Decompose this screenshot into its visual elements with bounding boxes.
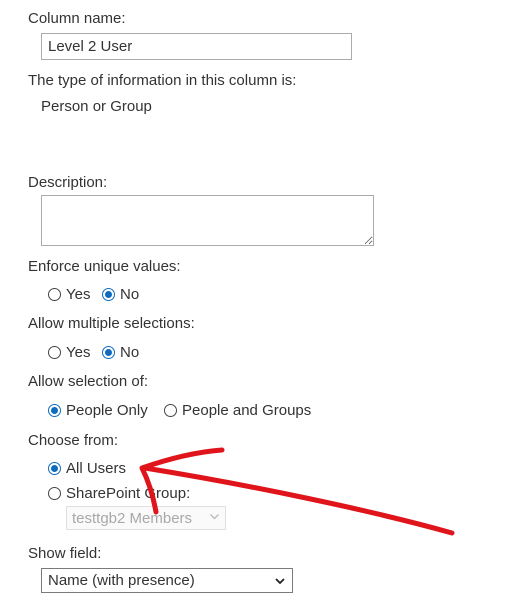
choose-from-label: Choose from: <box>28 432 119 449</box>
column-name-input[interactable] <box>41 33 352 60</box>
description-label: Description: <box>28 174 108 191</box>
allow-multiple-label: Allow multiple selections: <box>28 315 195 332</box>
all-users-radio[interactable] <box>48 462 61 475</box>
chevron-down-icon <box>274 574 286 591</box>
sharepoint-group-select-value: testtgb2 Members <box>72 509 193 527</box>
people-only-radio[interactable] <box>48 404 61 417</box>
people-and-groups-radio[interactable] <box>164 404 177 417</box>
info-type-value: Person or Group <box>41 98 152 115</box>
people-and-groups-label: People and Groups <box>182 402 312 419</box>
sharepoint-group-label: SharePoint Group: <box>66 485 191 502</box>
allow-multiple-no-radio[interactable] <box>102 346 115 359</box>
enforce-unique-yes-option[interactable]: Yes <box>48 286 90 303</box>
people-only-option[interactable]: People Only <box>48 402 148 419</box>
allow-selection-label: Allow selection of: <box>28 373 149 390</box>
enforce-unique-yes-radio[interactable] <box>48 288 61 301</box>
all-users-label: All Users <box>66 460 127 477</box>
allow-multiple-yes-label: Yes <box>66 344 91 361</box>
allow-multiple-no-option[interactable]: No <box>102 344 139 361</box>
show-field-select[interactable]: Name (with presence) <box>41 568 293 593</box>
show-field-select-value: Name (with presence) <box>48 572 195 589</box>
chevron-down-icon <box>209 511 220 525</box>
description-textarea[interactable] <box>41 195 374 246</box>
enforce-unique-no-radio[interactable] <box>102 288 115 301</box>
allow-multiple-no-label: No <box>120 344 140 361</box>
enforce-unique-no-option[interactable]: No <box>102 286 139 303</box>
info-type-label: The type of information in this column i… <box>28 72 297 89</box>
people-only-label: People Only <box>66 402 148 419</box>
all-users-option[interactable]: All Users <box>48 460 126 477</box>
enforce-unique-label: Enforce unique values: <box>28 258 181 275</box>
show-field-label: Show field: <box>28 545 102 562</box>
sharepoint-group-select[interactable]: testtgb2 Members <box>66 506 226 530</box>
people-and-groups-option[interactable]: People and Groups <box>164 402 311 419</box>
sharepoint-group-radio[interactable] <box>48 487 61 500</box>
enforce-unique-no-label: No <box>120 286 140 303</box>
allow-multiple-yes-option[interactable]: Yes <box>48 344 90 361</box>
allow-multiple-yes-radio[interactable] <box>48 346 61 359</box>
sharepoint-group-option[interactable]: SharePoint Group: <box>48 485 190 502</box>
column-name-label: Column name: <box>28 10 126 27</box>
enforce-unique-yes-label: Yes <box>66 286 91 303</box>
